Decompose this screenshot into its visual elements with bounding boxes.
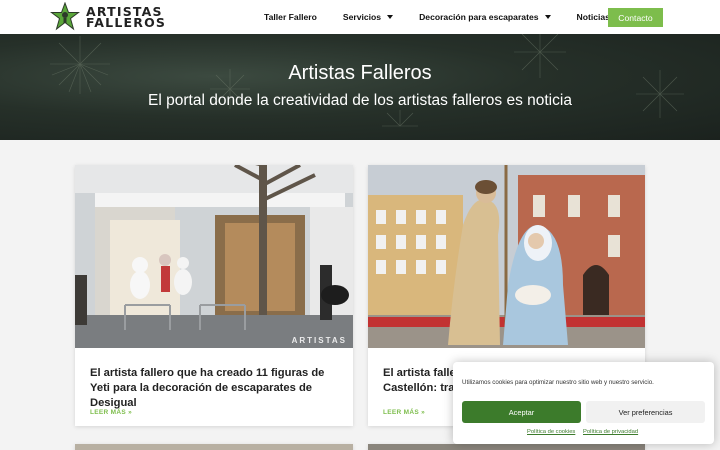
- site-logo[interactable]: ARTISTAS FALLEROS: [50, 2, 166, 32]
- site-header: ARTISTAS FALLEROS Taller Fallero Servici…: [0, 0, 720, 34]
- contact-button[interactable]: Contacto: [608, 8, 663, 27]
- view-preferences-button[interactable]: Ver preferencias: [586, 401, 705, 423]
- post-card-partial[interactable]: [368, 444, 645, 450]
- post-image-store-front[interactable]: ARTISTAS: [75, 165, 353, 348]
- nativity-figures-image: [368, 165, 645, 348]
- logo-line2: FALLEROS: [86, 15, 167, 30]
- post-card[interactable]: ARTISTAS El artista fallero que ha cread…: [75, 165, 353, 426]
- nav-item-decoracion[interactable]: Decoración para escaparates: [419, 12, 551, 22]
- hero-title: Artistas Falleros: [288, 62, 432, 84]
- accept-cookies-button[interactable]: Aceptar: [462, 401, 581, 423]
- nav-item-taller-fallero[interactable]: Taller Fallero: [264, 12, 317, 22]
- post-title-line1: El artista faller: [383, 367, 461, 379]
- nav-item-servicios[interactable]: Servicios: [342, 12, 394, 22]
- read-more-link[interactable]: LEER MÁS »: [90, 409, 132, 416]
- post-title[interactable]: El artista fallero que ha creado 11 figu…: [90, 366, 340, 411]
- privacy-policy-link[interactable]: Política de privacidad: [583, 429, 638, 435]
- cookie-policy-link[interactable]: Política de cookies: [527, 429, 575, 435]
- fireworks-background-image: [50, 34, 684, 127]
- cookie-message: Utilizamos cookies para optimizar nuestr…: [462, 379, 654, 386]
- chevron-down-icon: [387, 15, 394, 19]
- read-more-link[interactable]: LEER MÁS »: [383, 409, 425, 416]
- store-front-image: [75, 165, 353, 348]
- nav-label: Noticias: [576, 12, 610, 22]
- nav-label: Servicios: [342, 12, 382, 22]
- nav-label: Decoración para escaparates: [419, 12, 539, 22]
- hero-banner: Artistas Falleros El portal donde la cre…: [0, 34, 720, 140]
- nav-item-noticias[interactable]: Noticias: [577, 12, 610, 22]
- nav-label: Taller Fallero: [264, 12, 317, 22]
- post-card-partial[interactable]: [75, 444, 353, 450]
- logo-wordmark: ARTISTAS FALLEROS: [86, 5, 167, 30]
- star-figure-logo-icon: [50, 2, 80, 31]
- chevron-down-icon: [544, 15, 551, 19]
- post-image-nativity[interactable]: [368, 165, 645, 348]
- main-nav: Taller Fallero Servicios Decoración para…: [264, 0, 636, 34]
- image-watermark: ARTISTAS: [291, 336, 347, 345]
- cookie-consent-banner: Utilizamos cookies para optimizar nuestr…: [453, 362, 714, 444]
- hero-subtitle: El portal donde la creatividad de los ar…: [148, 92, 572, 109]
